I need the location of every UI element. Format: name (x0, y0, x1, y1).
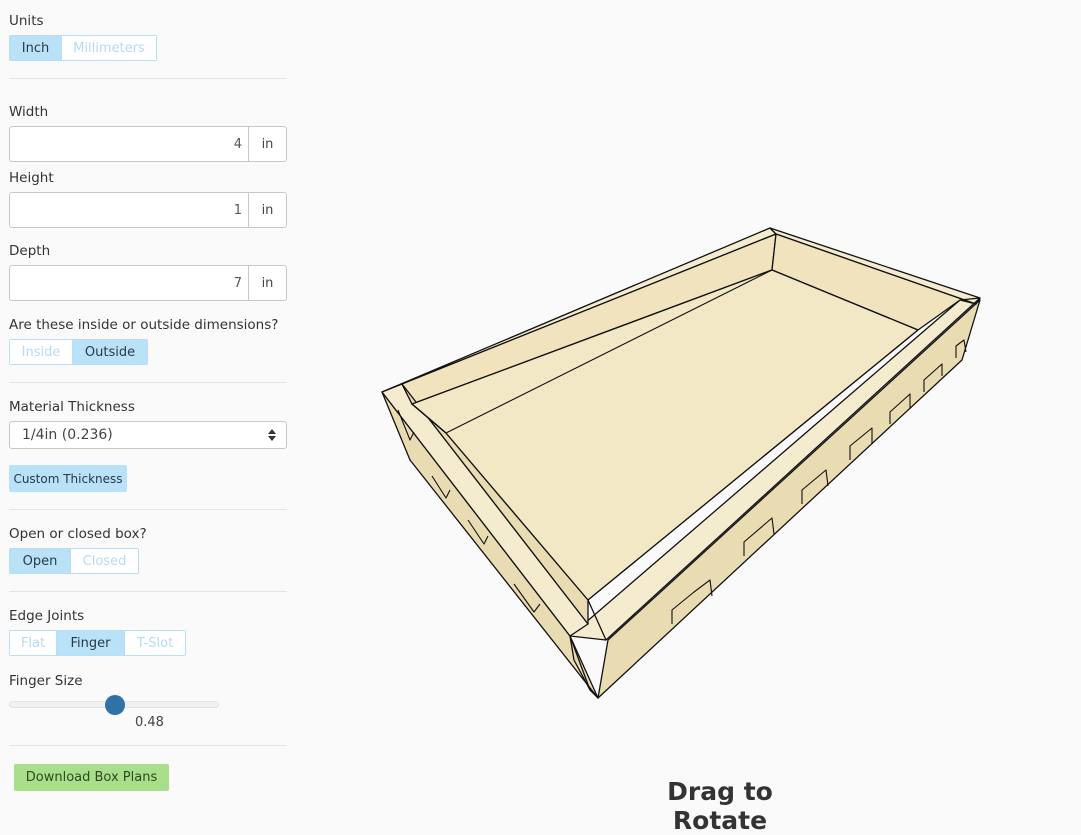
divider (9, 591, 287, 592)
drag-to-rotate-hint: Drag to Rotate (667, 777, 773, 835)
divider (9, 745, 287, 746)
finger-size-slider-thumb[interactable] (105, 695, 125, 715)
divider (9, 382, 287, 383)
width-label: Width (9, 104, 49, 120)
depth-input[interactable] (10, 266, 248, 300)
width-input[interactable] (10, 127, 248, 161)
tslot-joint-button[interactable]: T-Slot (125, 631, 185, 655)
open-closed-toggle: Open Closed (9, 548, 139, 574)
units-label: Units (9, 13, 44, 29)
closed-button[interactable]: Closed (71, 549, 138, 573)
download-box-plans-button[interactable]: Download Box Plans (14, 764, 169, 791)
width-input-group: in (9, 126, 287, 162)
material-thickness-select[interactable]: 1/4in (0.236) (9, 421, 287, 449)
inside-outside-toggle: Inside Outside (9, 339, 148, 365)
finger-joint-button[interactable]: Finger (57, 631, 125, 655)
finger-size-value: 0.48 (135, 715, 164, 730)
custom-thickness-button[interactable]: Custom Thickness (9, 465, 127, 492)
select-arrows-icon (268, 429, 276, 441)
outside-button[interactable]: Outside (73, 340, 147, 364)
depth-label: Depth (9, 243, 51, 259)
open-button[interactable]: Open (10, 549, 71, 573)
flat-joint-button[interactable]: Flat (10, 631, 57, 655)
height-unit: in (248, 193, 286, 227)
height-input[interactable] (10, 193, 248, 227)
edge-joints-label: Edge Joints (9, 608, 85, 624)
width-unit: in (248, 127, 286, 161)
inside-outside-label: Are these inside or outside dimensions? (9, 317, 279, 333)
depth-input-group: in (9, 265, 287, 301)
units-millimeters-button[interactable]: Millimeters (62, 36, 156, 60)
divider (9, 509, 287, 510)
material-thickness-value: 1/4in (0.236) (22, 427, 113, 443)
material-thickness-label: Material Thickness (9, 399, 135, 415)
depth-unit: in (248, 266, 286, 300)
settings-sidebar: Units Inch Millimeters Width in Height i… (0, 0, 296, 821)
divider (9, 78, 287, 79)
box-3d-viewport[interactable] (300, 0, 1081, 821)
units-inch-button[interactable]: Inch (10, 36, 62, 60)
height-label: Height (9, 170, 54, 186)
units-toggle: Inch Millimeters (9, 35, 157, 61)
open-closed-label: Open or closed box? (9, 526, 147, 542)
finger-size-label: Finger Size (9, 673, 83, 689)
edge-joints-toggle: Flat Finger T-Slot (9, 630, 186, 656)
height-input-group: in (9, 192, 287, 228)
inside-button[interactable]: Inside (10, 340, 73, 364)
